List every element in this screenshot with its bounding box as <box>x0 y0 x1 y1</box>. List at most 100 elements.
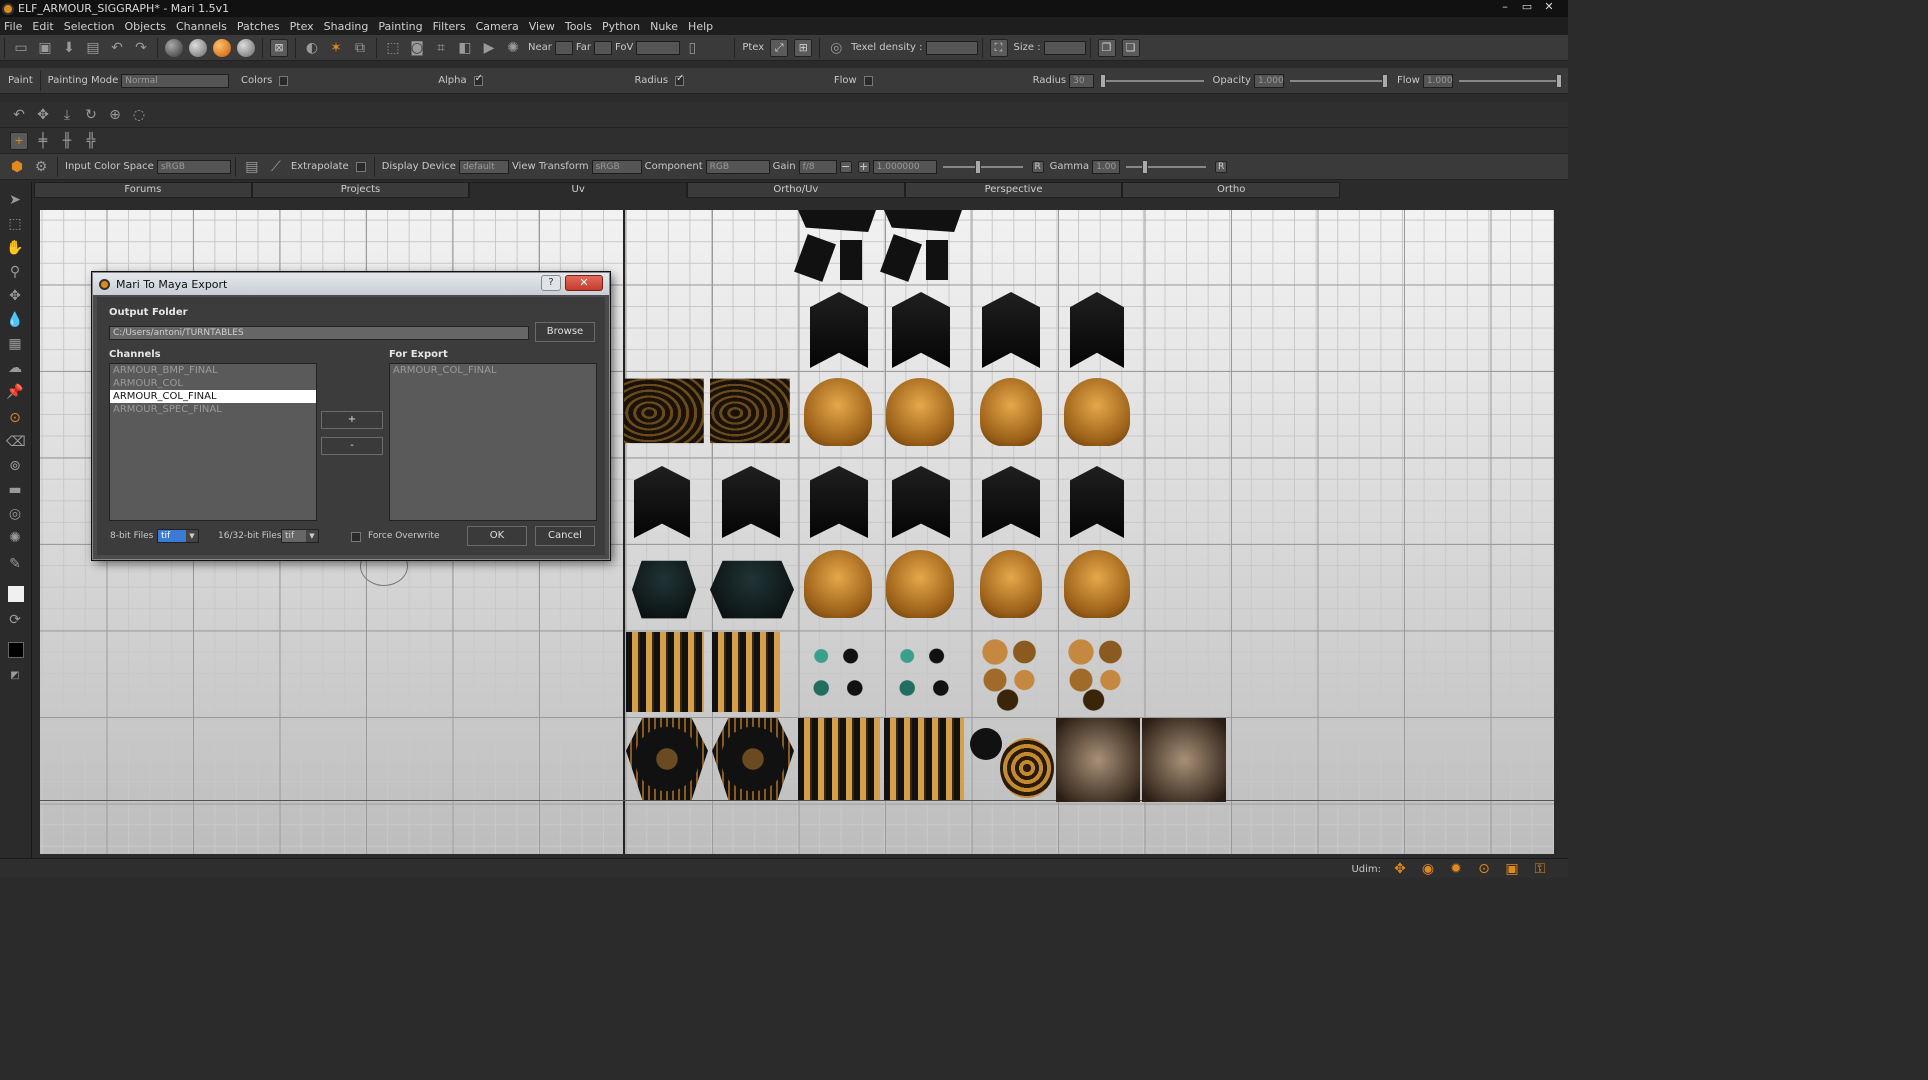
fov-field[interactable] <box>636 40 681 55</box>
menu-view[interactable]: View <box>529 20 555 33</box>
radius-slider-knob[interactable] <box>1099 73 1106 88</box>
opacity-slider-knob[interactable] <box>1381 73 1388 88</box>
uv-tile[interactable] <box>810 466 868 538</box>
gain-slider[interactable] <box>942 159 1023 174</box>
opacity-slider[interactable] <box>1289 73 1388 88</box>
uv-tile[interactable] <box>1060 632 1144 712</box>
pan-hand-icon[interactable]: ✋ <box>6 240 24 258</box>
archive-icon[interactable]: ▤ <box>84 39 102 57</box>
current-shader-icon[interactable] <box>213 38 231 57</box>
pivot-icon[interactable]: ⊕ <box>106 106 124 124</box>
close-window-button[interactable]: ✕ <box>1538 0 1560 16</box>
uv-tile[interactable] <box>884 718 964 800</box>
for-export-list[interactable]: ARMOUR_COL_FINAL <box>389 363 597 521</box>
uv-tile[interactable] <box>712 632 780 712</box>
menu-file[interactable]: File <box>4 20 22 33</box>
uv-tile[interactable] <box>632 560 696 619</box>
gain-minus-button[interactable]: − <box>839 160 852 173</box>
near-field[interactable] <box>554 40 573 55</box>
uv-tile[interactable] <box>1070 466 1124 538</box>
channels-list[interactable]: ARMOUR_BMP_FINAL ARMOUR_COL ARMOUR_COL_F… <box>109 363 317 521</box>
component-select[interactable]: RGB <box>705 159 770 174</box>
grid-paint-icon[interactable]: ▦ <box>6 336 24 354</box>
ptex-resize-icon[interactable]: ⤢ <box>770 38 789 57</box>
move-down-icon[interactable]: ⤓ <box>58 106 76 124</box>
colors-checkbox[interactable] <box>279 75 289 86</box>
select-arrow-icon[interactable]: ➤ <box>6 192 24 210</box>
16-32bit-format-select[interactable]: tif ▼ <box>281 529 319 543</box>
texel-density-field[interactable] <box>925 40 978 55</box>
uv-tile[interactable] <box>626 718 708 800</box>
color-management-icon[interactable]: ⬢ <box>8 158 26 176</box>
flow-slider-knob[interactable] <box>1555 73 1562 88</box>
menu-filters[interactable]: Filters <box>433 20 466 33</box>
tab-uv[interactable]: Uv <box>469 182 688 198</box>
minimize-button[interactable]: – <box>1494 0 1516 16</box>
camera-icon[interactable]: ◙ <box>408 39 426 57</box>
gain-value-field[interactable]: 1.000000 <box>872 159 937 174</box>
uv-tile[interactable] <box>710 378 790 444</box>
uv-tile[interactable] <box>712 718 794 800</box>
ok-button[interactable]: OK <box>467 526 527 546</box>
tab-projects[interactable]: Projects <box>251 182 470 198</box>
menu-python[interactable]: Python <box>602 20 640 33</box>
eraser-icon[interactable]: ⌫ <box>6 434 26 452</box>
alpha-checkbox[interactable] <box>473 73 483 86</box>
undo-history-icon[interactable]: ↶ <box>108 39 126 57</box>
foreground-color-swatch[interactable] <box>8 586 24 602</box>
extrapolate-icon[interactable]: ⟋ <box>267 158 285 176</box>
channel-item[interactable]: ARMOUR_SPEC_FINAL <box>110 403 316 416</box>
wireframe-icon[interactable]: ⊠ <box>270 38 288 57</box>
udim-move-icon[interactable]: ✥ <box>1391 860 1409 878</box>
uv-tile[interactable] <box>796 632 880 712</box>
default-colors-icon[interactable]: ◩ <box>6 670 24 688</box>
marquee-select-icon[interactable]: ⬚ <box>6 216 24 234</box>
basic-shader-icon[interactable] <box>189 38 207 57</box>
force-overwrite-checkbox[interactable] <box>351 532 361 542</box>
uv-tile[interactable] <box>1142 718 1226 802</box>
input-color-space-select[interactable]: sRGB <box>156 159 231 174</box>
lit-shader-icon[interactable] <box>237 38 255 57</box>
uv-tile[interactable] <box>880 210 966 282</box>
gamma-slider[interactable] <box>1126 159 1207 174</box>
eyedropper-icon[interactable]: ✎ <box>6 556 24 574</box>
uv-tile[interactable] <box>886 550 954 618</box>
paint-brush-icon[interactable]: ⊙ <box>6 410 24 428</box>
extrapolate-checkbox[interactable] <box>355 161 366 172</box>
channel-item-selected[interactable]: ARMOUR_COL_FINAL <box>110 390 316 403</box>
rotate-undo-icon[interactable]: ↶ <box>10 106 28 124</box>
uv-tile[interactable] <box>722 466 780 538</box>
swap-colors-icon[interactable]: ⟳ <box>6 612 24 630</box>
gamma-slider-knob[interactable] <box>1142 159 1149 174</box>
tab-ortho[interactable]: Ortho <box>1122 182 1341 198</box>
menu-help[interactable]: Help <box>688 20 713 33</box>
uv-tile[interactable] <box>804 378 872 446</box>
gain-plus-button[interactable]: + <box>857 160 870 173</box>
menu-tools[interactable]: Tools <box>565 20 592 33</box>
opacity-field[interactable]: 1.000 <box>1253 73 1284 88</box>
menu-selection[interactable]: Selection <box>64 20 115 33</box>
pin-icon[interactable]: 📌 <box>6 384 24 402</box>
output-folder-input[interactable]: C:/Users/antoni/TURNTABLES <box>109 326 529 340</box>
udim-frame-icon[interactable]: ▣ <box>1503 860 1521 878</box>
gamma-field[interactable]: 1.00 <box>1092 159 1121 174</box>
move-icon[interactable]: ✥ <box>34 106 52 124</box>
dialog-help-button[interactable]: ? <box>541 275 561 291</box>
flat-shader-icon[interactable] <box>165 38 183 57</box>
uv-tile[interactable] <box>882 632 966 712</box>
view-transform-select[interactable]: sRGB <box>591 159 642 174</box>
gamma-reset-button[interactable]: R <box>1215 160 1228 173</box>
browse-button[interactable]: Browse <box>535 322 595 342</box>
uv-tile[interactable] <box>794 210 880 282</box>
uv-tile[interactable] <box>982 292 1040 368</box>
grid-icon[interactable]: ⌗ <box>432 39 450 57</box>
mask-icon[interactable]: ◐ <box>303 39 321 57</box>
uv-tile[interactable] <box>710 560 794 619</box>
tab-ortho-uv[interactable]: Ortho/Uv <box>687 182 905 198</box>
background-color-swatch[interactable] <box>8 642 24 658</box>
menu-channels[interactable]: Channels <box>176 20 227 33</box>
8bit-format-select[interactable]: tif ▼ <box>157 529 199 543</box>
uv-tile[interactable] <box>982 466 1040 538</box>
painting-mode-select[interactable]: Normal <box>121 73 229 88</box>
rotate-icon[interactable]: ↻ <box>82 106 100 124</box>
